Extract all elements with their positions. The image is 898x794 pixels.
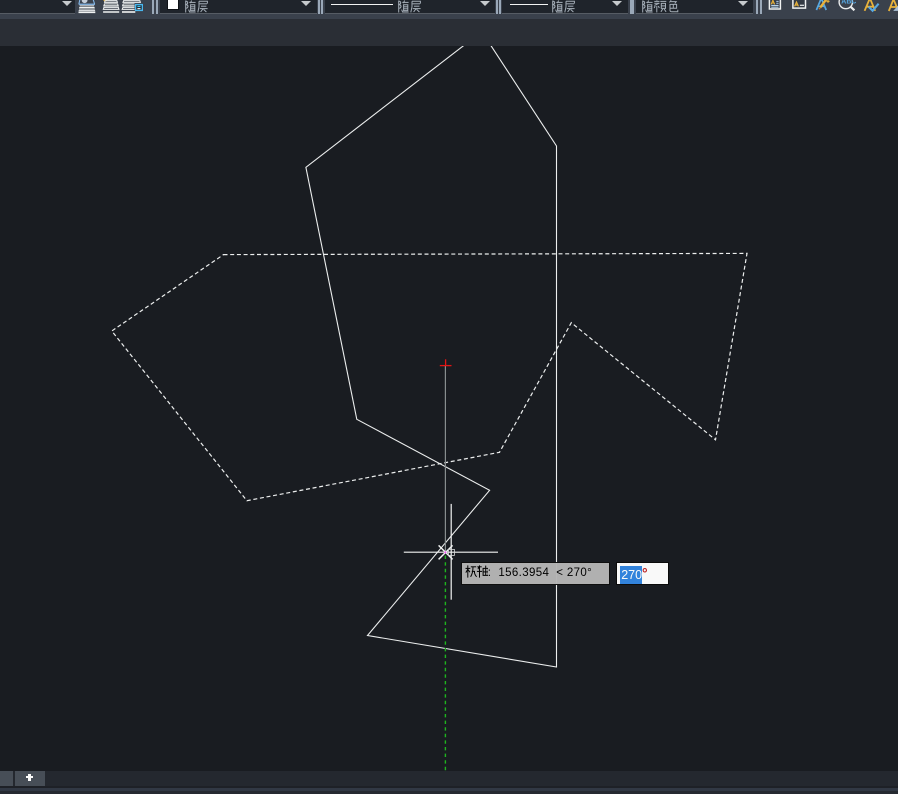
svg-text:ABC: ABC xyxy=(841,0,856,6)
